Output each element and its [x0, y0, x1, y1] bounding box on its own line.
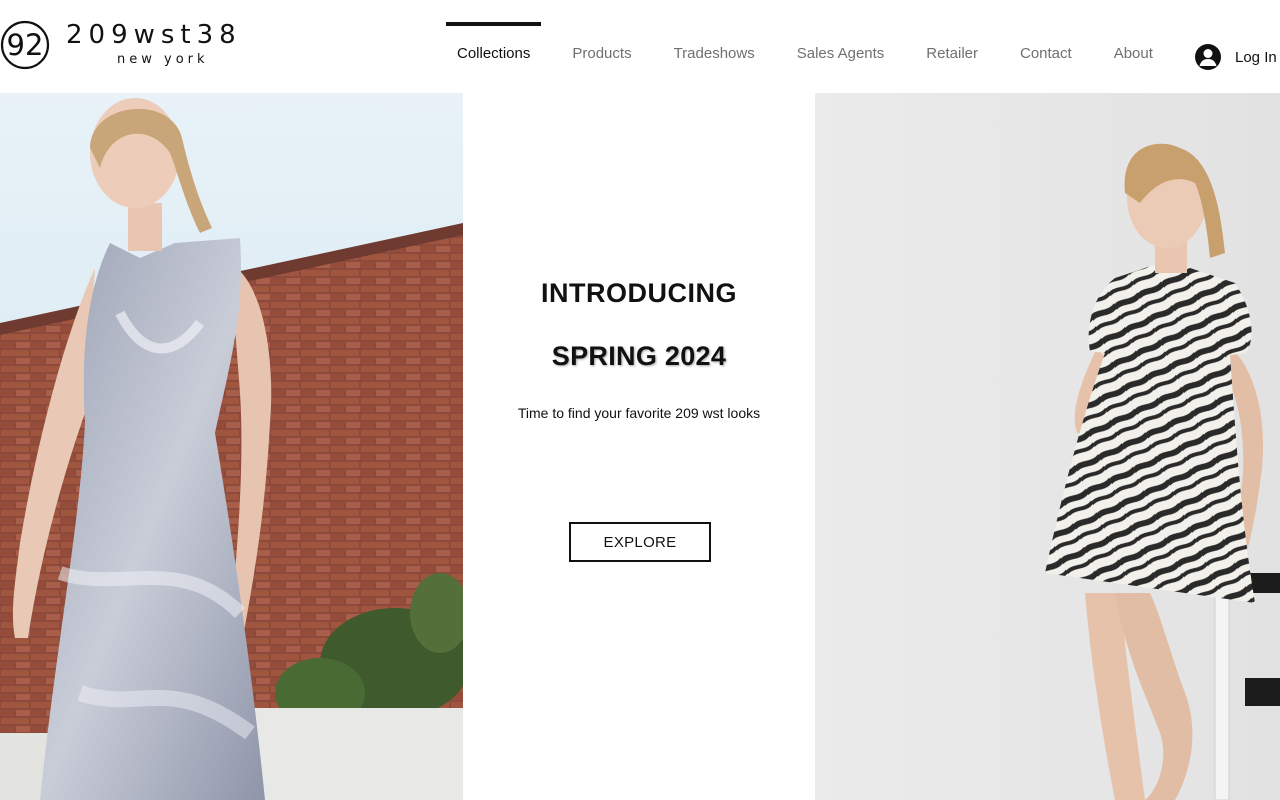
brand-logo[interactable]: 92 209wst38 new york	[0, 18, 270, 78]
explore-button[interactable]: EXPLORE	[569, 522, 711, 562]
hero-text-panel: INTRODUCING SPRING 2024 Time to find you…	[463, 93, 815, 800]
login-label: Log In	[1235, 48, 1277, 66]
right-hero-image	[815, 93, 1280, 800]
hero-tagline: Time to find your favorite 209 wst looks	[517, 405, 761, 421]
hero-headline-introducing: INTRODUCING	[541, 278, 737, 308]
main-nav: Collections Products Tradeshows Sales Ag…	[436, 22, 1174, 72]
nav-item-collections[interactable]: Collections	[436, 22, 551, 72]
brand-location: new york	[117, 52, 209, 67]
hero-headline-season: SPRING 2024	[551, 341, 727, 371]
nav-item-tradeshows[interactable]: Tradeshows	[653, 22, 776, 72]
site-header: 92 209wst38 new york Collections Product…	[0, 0, 1280, 93]
model-zebra-dress-image	[815, 93, 1280, 800]
brand-monogram-icon: 92	[0, 20, 50, 70]
login-button[interactable]: Log In	[1194, 42, 1277, 72]
nav-item-contact[interactable]: Contact	[999, 22, 1093, 72]
svg-text:92: 92	[7, 28, 44, 62]
nav-item-retailer[interactable]: Retailer	[905, 22, 999, 72]
nav-item-products[interactable]: Products	[551, 22, 652, 72]
nav-item-about[interactable]: About	[1093, 22, 1174, 72]
brand-name: 209wst38	[66, 20, 242, 50]
left-hero-image	[0, 93, 463, 800]
nav-item-sales-agents[interactable]: Sales Agents	[776, 22, 906, 72]
model-tie-dye-dress-image	[0, 93, 463, 800]
user-avatar-icon	[1195, 44, 1221, 70]
